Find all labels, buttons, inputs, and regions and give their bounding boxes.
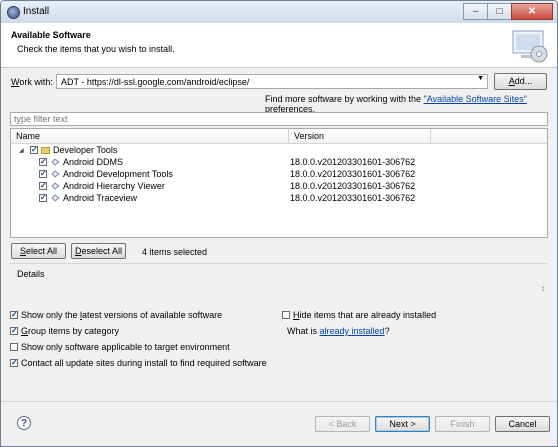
- work-with-combo[interactable]: ADT - https://dl-ssl.google.com/android/…: [56, 74, 488, 89]
- details-label: Details: [17, 269, 45, 279]
- scroll-arrows-icon[interactable]: ↕: [541, 284, 545, 293]
- applicable-only-checkbox[interactable]: [10, 343, 18, 351]
- button-bar-separator: [1, 401, 557, 402]
- column-header-name[interactable]: Name: [11, 129, 289, 144]
- item-checkbox[interactable]: ✓: [39, 170, 47, 178]
- tree-row[interactable]: ✓ Android Traceview 18.0.0.v201203301601…: [11, 193, 547, 205]
- item-name: Android Hierarchy Viewer: [63, 181, 165, 191]
- eclipse-icon: [7, 6, 20, 19]
- group-by-category-label: Group items by category: [21, 326, 120, 336]
- minimize-button[interactable]: –: [463, 3, 488, 20]
- plugin-icon: [51, 194, 60, 202]
- hide-installed-checkbox[interactable]: [282, 311, 290, 319]
- item-checkbox[interactable]: ✓: [39, 158, 47, 166]
- close-button[interactable]: ✕: [511, 3, 553, 20]
- install-wizard-icon: [512, 30, 548, 63]
- find-more-text: Find more software by working with the "…: [265, 94, 527, 114]
- available-software-sites-link[interactable]: "Available Software Sites": [424, 94, 527, 104]
- item-version: 18.0.0.v201203301601-306762: [290, 157, 416, 167]
- back-button[interactable]: < Back: [315, 416, 370, 432]
- deselect-all-button[interactable]: Deselect All: [71, 243, 126, 259]
- column-header-empty: [431, 129, 547, 144]
- item-version: 18.0.0.v201203301601-306762: [290, 181, 416, 191]
- chevron-down-icon[interactable]: ▼: [477, 75, 484, 82]
- finish-button[interactable]: Finish: [435, 416, 490, 432]
- folder-icon: [41, 147, 50, 154]
- software-tree[interactable]: Name Version ◢ ✓ Developer Tools ✓ Andro…: [10, 128, 548, 238]
- plugin-icon: [51, 182, 60, 190]
- work-with-label: Work with:: [11, 77, 53, 87]
- window-controls: – □ ✕: [463, 3, 553, 20]
- filter-field[interactable]: [10, 112, 548, 126]
- help-icon[interactable]: ?: [17, 416, 31, 430]
- tree-row[interactable]: ✓ Android Hierarchy Viewer 18.0.0.v20120…: [11, 181, 547, 193]
- column-header-version[interactable]: Version: [289, 129, 431, 144]
- install-dialog: Install – □ ✕ Available Software Check t…: [0, 0, 558, 447]
- item-name: Android Traceview: [63, 193, 138, 203]
- item-name: Android Development Tools: [63, 169, 173, 179]
- tree-row[interactable]: ✓ Android Development Tools 18.0.0.v2012…: [11, 169, 547, 181]
- category-checkbox[interactable]: ✓: [30, 146, 38, 154]
- latest-versions-checkbox[interactable]: ✓: [10, 311, 18, 319]
- selection-count: 4 items selected: [142, 247, 208, 257]
- plugin-icon: [51, 158, 60, 166]
- what-is-installed-text: What is already installed?: [287, 326, 390, 336]
- title-bar: Install – □ ✕: [1, 1, 557, 23]
- already-installed-link[interactable]: already installed: [320, 326, 385, 336]
- next-button[interactable]: Next >: [375, 416, 430, 432]
- group-by-category-checkbox[interactable]: ✓: [10, 327, 18, 335]
- collapse-icon[interactable]: ◢: [19, 147, 24, 154]
- add-button[interactable]: Add...: [494, 73, 547, 90]
- filter-input[interactable]: [11, 113, 544, 125]
- item-name: Android DDMS: [63, 157, 124, 167]
- contact-sites-label: Contact all update sites during install …: [21, 358, 267, 368]
- window-title: Install: [23, 6, 50, 17]
- hide-installed-label: Hide items that are already installed: [293, 310, 437, 320]
- work-with-value: ADT - https://dl-ssl.google.com/android/…: [61, 77, 250, 87]
- item-version: 18.0.0.v201203301601-306762: [290, 169, 416, 179]
- latest-versions-label: Show only the latest versions of availab…: [21, 310, 223, 320]
- wizard-banner: Available Software Check the items that …: [1, 23, 557, 68]
- plugin-icon: [51, 170, 60, 178]
- tree-row-category[interactable]: ◢ ✓ Developer Tools: [11, 145, 547, 157]
- select-all-button[interactable]: Select All: [11, 243, 66, 259]
- contact-sites-checkbox[interactable]: ✓: [10, 359, 18, 367]
- tree-row[interactable]: ✓ Android DDMS 18.0.0.v201203301601-3067…: [11, 157, 547, 169]
- item-checkbox[interactable]: ✓: [39, 194, 47, 202]
- details-section: Details ↕: [10, 263, 548, 304]
- page-title: Available Software: [11, 30, 91, 40]
- page-description: Check the items that you wish to install…: [17, 44, 175, 54]
- category-label: Developer Tools: [53, 145, 118, 155]
- item-checkbox[interactable]: ✓: [39, 182, 47, 190]
- applicable-only-label: Show only software applicable to target …: [21, 342, 230, 352]
- maximize-button[interactable]: □: [487, 3, 512, 20]
- item-version: 18.0.0.v201203301601-306762: [290, 193, 416, 203]
- cancel-button[interactable]: Cancel: [495, 416, 550, 432]
